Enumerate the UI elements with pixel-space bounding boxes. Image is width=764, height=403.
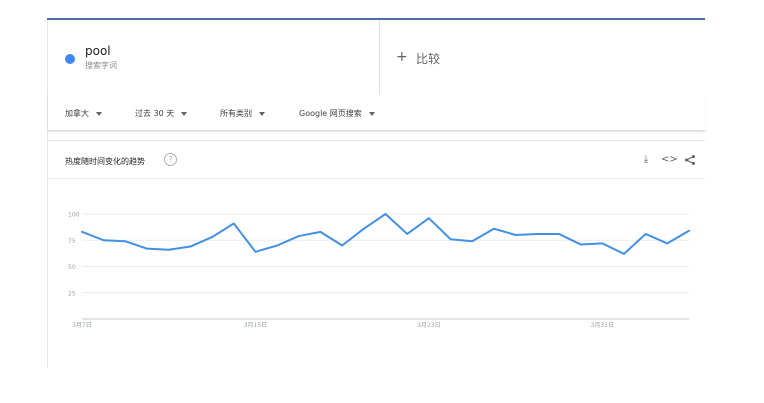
data-point[interactable] [231, 220, 237, 226]
add-comparison-label: 比较 [416, 52, 441, 66]
chevron-down-icon [96, 111, 102, 116]
data-point[interactable] [621, 251, 627, 257]
filter-bar: 加拿大 过去 30 天 所有类别 Google 网页搜索 [48, 94, 705, 131]
data-point[interactable] [252, 249, 258, 255]
data-point[interactable] [599, 240, 605, 246]
y-tick-label: 50 [68, 264, 76, 271]
category-filter-label: 所有类别 [220, 109, 252, 118]
data-point[interactable] [448, 236, 454, 242]
trend-line-chart[interactable]: 100 75 50 25 3月7日 3月15日 3月23日 3月31日 [48, 141, 705, 369]
search-term-card[interactable]: pool 搜索字词 [48, 20, 380, 94]
add-comparison-button[interactable]: + 比较 [380, 20, 705, 94]
chevron-down-icon [368, 111, 375, 116]
region-filter-label: 加拿大 [65, 109, 89, 118]
x-tick-label: 3月23日 [417, 322, 440, 329]
data-point[interactable] [187, 244, 193, 250]
data-point[interactable] [578, 241, 584, 247]
x-tick-label: 3月7日 [72, 322, 92, 329]
x-tick-label: 3月31日 [591, 322, 614, 329]
data-point[interactable] [686, 228, 692, 234]
y-tick-label: 25 [68, 290, 76, 297]
data-point[interactable] [513, 232, 519, 238]
trends-page: pool 搜索字词 + 比较 加拿大 过去 30 天 所有类别 Google 网… [0, 0, 764, 403]
search-type-filter[interactable]: Google 网页搜索 [299, 108, 375, 119]
plus-icon: + [396, 49, 408, 65]
data-point[interactable] [534, 231, 540, 237]
data-point[interactable] [469, 238, 475, 244]
data-point[interactable] [361, 226, 367, 232]
data-point[interactable] [122, 238, 128, 244]
interest-over-time-card: 热度随时间变化的趋势 ? ⤓ <> 100 75 50 25 3月7日 3月15日 3月23… [48, 140, 705, 369]
time-range-filter-label: 过去 30 天 [135, 109, 175, 118]
data-point[interactable] [383, 211, 389, 217]
data-point[interactable] [643, 231, 649, 237]
data-point[interactable] [556, 231, 562, 237]
series-line [81, 213, 690, 255]
search-type-filter-label: Google 网页搜索 [299, 109, 362, 118]
term-type-label: 搜索字词 [85, 61, 117, 70]
region-filter[interactable]: 加拿大 [65, 108, 102, 119]
data-point[interactable] [166, 247, 172, 253]
term-name[interactable]: pool [85, 44, 111, 58]
data-point[interactable] [404, 231, 410, 237]
data-point[interactable] [296, 233, 302, 239]
data-point[interactable] [317, 229, 323, 235]
data-point[interactable] [144, 246, 150, 252]
compare-terms-panel: pool 搜索字词 + 比较 [48, 20, 705, 95]
data-point[interactable] [491, 226, 497, 232]
data-point[interactable] [274, 243, 280, 249]
data-point[interactable] [209, 234, 215, 240]
y-tick-label: 100 [68, 212, 80, 219]
category-filter[interactable]: 所有类别 [220, 108, 265, 119]
chevron-down-icon [181, 111, 188, 116]
data-point[interactable] [79, 229, 85, 235]
term-color-dot [65, 54, 75, 64]
data-point[interactable] [339, 243, 345, 249]
data-point[interactable] [101, 237, 107, 243]
y-tick-label: 75 [68, 238, 76, 245]
x-tick-label: 3月15日 [244, 322, 267, 329]
data-point[interactable] [664, 240, 670, 246]
time-range-filter[interactable]: 过去 30 天 [135, 108, 188, 119]
data-point[interactable] [426, 215, 432, 221]
chevron-down-icon [259, 111, 265, 116]
